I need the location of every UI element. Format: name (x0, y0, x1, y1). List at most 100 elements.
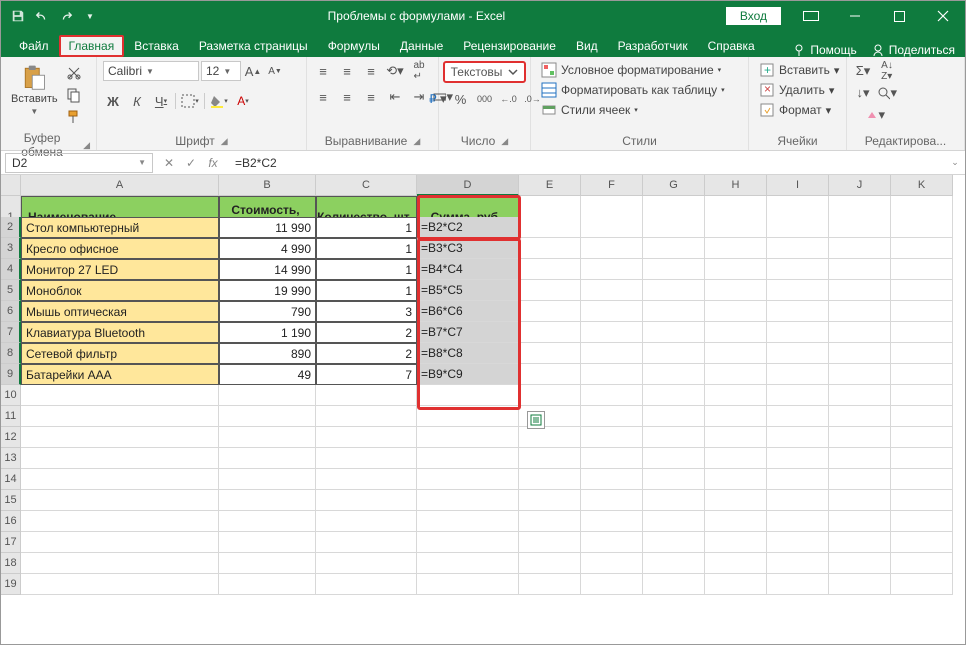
cell[interactable] (891, 385, 953, 406)
font-launcher-icon[interactable]: ◢ (221, 136, 228, 147)
column-header[interactable]: C (316, 175, 417, 196)
cell[interactable] (891, 364, 953, 385)
cell[interactable] (829, 427, 891, 448)
tab-home[interactable]: Главная (59, 35, 125, 57)
cell[interactable] (519, 448, 581, 469)
cell[interactable] (581, 301, 643, 322)
row-header[interactable]: 13 (1, 448, 21, 469)
cell[interactable] (767, 553, 829, 574)
increase-decimal-icon[interactable]: ←.0 (499, 89, 519, 109)
cell[interactable] (21, 469, 219, 490)
cell[interactable] (643, 280, 705, 301)
cell[interactable] (891, 217, 953, 238)
close-icon[interactable] (921, 1, 965, 31)
cell[interactable] (417, 532, 519, 553)
redo-icon[interactable] (55, 5, 77, 27)
name-cell[interactable]: Монитор 27 LED (21, 259, 219, 280)
row-header[interactable]: 2 (1, 217, 21, 238)
cell[interactable] (705, 406, 767, 427)
cell[interactable] (891, 469, 953, 490)
cell[interactable] (891, 448, 953, 469)
cell[interactable] (581, 448, 643, 469)
cell[interactable] (767, 238, 829, 259)
fill-icon[interactable]: ↓▾ (853, 83, 873, 103)
cell[interactable] (219, 406, 316, 427)
cell[interactable] (767, 343, 829, 364)
cell[interactable] (581, 238, 643, 259)
cell[interactable] (643, 217, 705, 238)
cell[interactable] (219, 490, 316, 511)
row-header[interactable]: 9 (1, 364, 21, 385)
tell-me[interactable]: Помощь (792, 43, 856, 57)
font-size-combo[interactable]: 12▼ (201, 61, 241, 81)
cell[interactable] (519, 469, 581, 490)
cell[interactable] (316, 427, 417, 448)
cell[interactable] (581, 217, 643, 238)
enter-formula-icon[interactable]: ✓ (183, 156, 199, 170)
percent-format-icon[interactable]: % (451, 89, 471, 109)
cost-cell[interactable]: 4 990 (219, 238, 316, 259)
cell[interactable] (581, 385, 643, 406)
cell[interactable] (519, 364, 581, 385)
cell[interactable] (316, 511, 417, 532)
tab-review[interactable]: Рецензирование (453, 35, 566, 57)
cell[interactable] (891, 322, 953, 343)
cell[interactable] (705, 322, 767, 343)
align-right-icon[interactable]: ≡ (361, 87, 381, 107)
cell[interactable] (891, 532, 953, 553)
sum-cell[interactable]: =B2*C2 (417, 217, 519, 238)
sum-cell[interactable]: =B8*C8 (417, 343, 519, 364)
formula-input[interactable]: =B2*C2 (229, 156, 945, 170)
name-cell[interactable]: Клавиатура Bluetooth (21, 322, 219, 343)
cell[interactable] (417, 448, 519, 469)
cell[interactable] (767, 217, 829, 238)
cell[interactable] (767, 385, 829, 406)
worksheet[interactable]: ABCDEFGHIJK1НаименованиеСтоимость, руб.К… (1, 175, 965, 646)
cell[interactable] (829, 448, 891, 469)
sum-cell[interactable]: =B5*C5 (417, 280, 519, 301)
cell[interactable] (316, 448, 417, 469)
cell[interactable] (643, 385, 705, 406)
row-header[interactable]: 7 (1, 322, 21, 343)
increase-font-icon[interactable]: A▲ (243, 61, 263, 81)
row-header[interactable]: 17 (1, 532, 21, 553)
cell[interactable] (643, 469, 705, 490)
insert-function-icon[interactable]: fx (205, 156, 221, 170)
select-all-corner[interactable] (1, 175, 21, 196)
cell[interactable] (581, 343, 643, 364)
cell[interactable] (417, 406, 519, 427)
cell[interactable] (581, 364, 643, 385)
cell[interactable] (21, 427, 219, 448)
comma-format-icon[interactable]: 000 (475, 89, 495, 109)
column-header[interactable]: E (519, 175, 581, 196)
cell[interactable] (581, 553, 643, 574)
format-as-table-button[interactable]: Форматировать как таблицу▾ (537, 81, 729, 99)
cell[interactable] (891, 427, 953, 448)
cell[interactable] (829, 385, 891, 406)
name-cell[interactable]: Батарейки AAA (21, 364, 219, 385)
cell[interactable] (829, 553, 891, 574)
cell[interactable] (219, 532, 316, 553)
cell[interactable] (519, 259, 581, 280)
border-icon[interactable]: ▾ (180, 91, 200, 111)
name-cell[interactable]: Мышь оптическая (21, 301, 219, 322)
cell[interactable] (519, 553, 581, 574)
cell[interactable] (581, 574, 643, 595)
qty-cell[interactable]: 1 (316, 259, 417, 280)
cell[interactable] (643, 322, 705, 343)
cell[interactable] (829, 301, 891, 322)
cell[interactable] (891, 280, 953, 301)
cell[interactable] (767, 511, 829, 532)
cell[interactable] (643, 511, 705, 532)
tab-formulas[interactable]: Формулы (318, 35, 390, 57)
cell[interactable] (829, 490, 891, 511)
cell[interactable] (705, 532, 767, 553)
paste-button[interactable]: Вставить ▼ (7, 61, 62, 118)
cell[interactable] (767, 406, 829, 427)
qty-cell[interactable]: 2 (316, 322, 417, 343)
cell[interactable] (643, 448, 705, 469)
font-color-icon[interactable]: А▾ (233, 91, 253, 111)
cell[interactable] (519, 511, 581, 532)
cell[interactable] (705, 490, 767, 511)
sum-cell[interactable]: =B4*C4 (417, 259, 519, 280)
